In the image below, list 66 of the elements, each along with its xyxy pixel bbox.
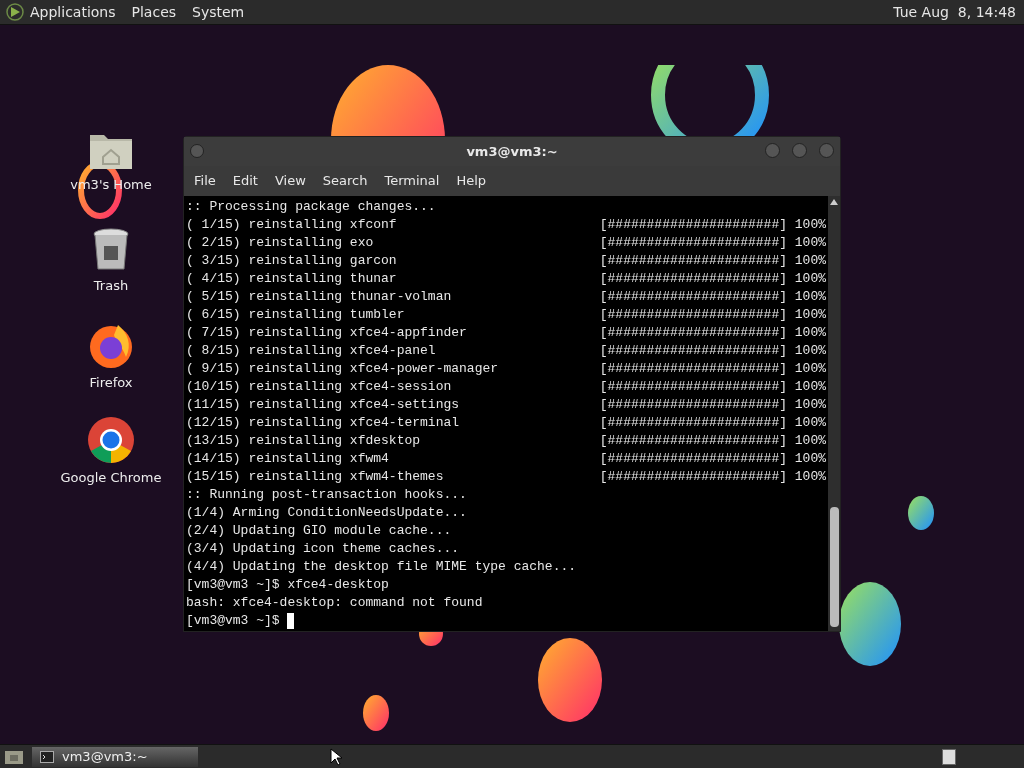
terminal-line: [vm3@vm3 ~]$ xfce4-desktop: [186, 576, 389, 594]
taskbar-button[interactable]: vm3@vm3:~: [32, 746, 198, 767]
terminal-line: (11/15) reinstalling xfce4-settings: [186, 396, 460, 414]
trash-icon: [92, 228, 130, 272]
panel-menu[interactable]: Places: [131, 1, 177, 23]
panel-menu[interactable]: Applications: [30, 1, 116, 23]
terminal-line: bash: xfce4-desktop: command not found: [186, 594, 483, 612]
menu-item[interactable]: Search: [322, 171, 368, 191]
terminal-line: (10/15) reinstalling xfce4-session: [186, 378, 452, 396]
terminal-line: ( 4/15) reinstalling thunar: [186, 270, 397, 288]
progress-text: [######################] 100%: [599, 414, 826, 432]
progress-text: [######################] 100%: [599, 378, 826, 396]
mouse-pointer-icon: [330, 747, 342, 766]
progress-text: [######################] 100%: [599, 234, 826, 252]
terminal-line: ( 7/15) reinstalling xfce4-appfinder: [186, 324, 467, 342]
terminal-line: ( 3/15) reinstalling garcon: [186, 252, 397, 270]
progress-text: [######################] 100%: [599, 450, 826, 468]
terminal-line: :: Processing package changes...: [186, 198, 436, 216]
progress-text: [######################] 100%: [599, 432, 826, 450]
text-cursor: [287, 613, 295, 629]
menu-item[interactable]: File: [194, 171, 216, 191]
terminal-line: ( 2/15) reinstalling exo: [186, 234, 374, 252]
menu-item[interactable]: Help: [456, 171, 487, 191]
terminal-line: ( 9/15) reinstalling xfce4-power-manager: [186, 360, 499, 378]
terminal-line: ( 8/15) reinstalling xfce4-panel: [186, 342, 436, 360]
terminal-line: (3/4) Updating icon theme caches...: [186, 540, 460, 558]
show-desktop-icon[interactable]: [4, 748, 24, 765]
terminal-line: ( 6/15) reinstalling tumbler: [186, 306, 405, 324]
chrome-icon: [87, 416, 135, 464]
menu-item[interactable]: Terminal: [384, 171, 440, 191]
progress-text: [######################] 100%: [599, 468, 826, 486]
terminal-line: (1/4) Arming ConditionNeedsUpdate...: [186, 504, 467, 522]
firefox-icon: [88, 323, 134, 369]
terminal-line: (13/15) reinstalling xfdesktop: [186, 432, 421, 450]
progress-text: [######################] 100%: [599, 360, 826, 378]
progress-text: [######################] 100%: [599, 324, 826, 342]
terminal-line: (15/15) reinstalling xfwm4-themes: [186, 468, 444, 486]
panel-menu[interactable]: System: [192, 1, 245, 23]
menu-item[interactable]: Edit: [232, 171, 258, 191]
progress-text: [######################] 100%: [599, 342, 826, 360]
terminal-line: (2/4) Updating GIO module cache...: [186, 522, 452, 540]
scrollbar[interactable]: [828, 196, 840, 631]
scroll-thumb[interactable]: [829, 507, 839, 627]
window-title: vm3@vm3:~: [466, 142, 558, 161]
desktop-icon-label[interactable]: Trash: [93, 276, 129, 296]
scroll-up-icon[interactable]: [830, 199, 838, 205]
terminal-line: ( 5/15) reinstalling thunar-volman: [186, 288, 452, 306]
terminal-line: [vm3@vm3 ~]$: [186, 612, 281, 630]
menu-item[interactable]: View: [274, 171, 306, 191]
terminal-line: ( 1/15) reinstalling xfconf: [186, 216, 397, 234]
progress-text: [######################] 100%: [599, 252, 826, 270]
terminal-icon: [40, 750, 54, 763]
menu-logo-icon[interactable]: [4, 2, 26, 22]
terminal-line: (12/15) reinstalling xfce4-terminal: [186, 414, 460, 432]
terminal-line: (4/4) Updating the desktop file MIME type cache...: [186, 558, 577, 576]
progress-text: [######################] 100%: [599, 306, 826, 324]
desktop-icon-label[interactable]: Google Chrome: [60, 468, 162, 488]
progress-text: [######################] 100%: [599, 396, 826, 414]
desktop-icon-label[interactable]: Firefox: [89, 373, 133, 393]
progress-text: [######################] 100%: [599, 288, 826, 306]
clock: Tue Aug 8, 14:48: [893, 2, 1017, 22]
progress-text: [######################] 100%: [599, 216, 826, 234]
terminal-line: :: Running post-transaction hooks...: [186, 486, 467, 504]
workspace-switcher[interactable]: [942, 748, 956, 765]
terminal-line: (14/15) reinstalling xfwm4: [186, 450, 389, 468]
progress-text: [######################] 100%: [599, 270, 826, 288]
